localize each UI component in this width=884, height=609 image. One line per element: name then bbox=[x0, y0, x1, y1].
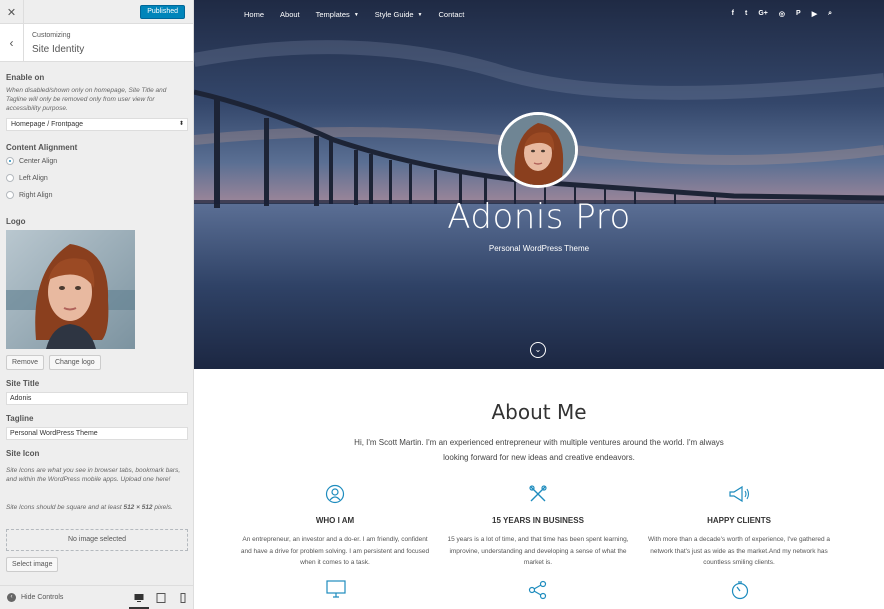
remove-logo-button[interactable]: Remove bbox=[6, 355, 45, 370]
change-logo-button[interactable]: Change logo bbox=[49, 355, 101, 370]
share-icon bbox=[528, 580, 548, 602]
mobile-preview-icon[interactable] bbox=[177, 592, 189, 604]
feature-text: 15 years is a lot of time, and that time… bbox=[447, 536, 629, 566]
feature-15-years: 15 YEARS IN BUSINESS 15 years is a lot o… bbox=[443, 483, 633, 569]
nav-style-guide[interactable]: Style Guide ▼ bbox=[375, 10, 423, 19]
feature-title: WHO I AM bbox=[315, 516, 355, 525]
search-icon[interactable]: ⌕ bbox=[828, 10, 832, 18]
tagline-input[interactable]: Personal WordPress Theme bbox=[6, 427, 188, 440]
logo-image bbox=[6, 230, 135, 349]
user-icon bbox=[240, 483, 430, 505]
pinterest-icon[interactable]: P bbox=[796, 10, 801, 18]
feature-title: HAPPY CLIENTS bbox=[707, 516, 771, 525]
site-title-input[interactable]: Adonis bbox=[6, 392, 188, 405]
hide-controls-button[interactable]: ‹ Hide Controls bbox=[7, 593, 63, 602]
scroll-down-icon[interactable]: ⌄ bbox=[530, 342, 546, 358]
tablet-preview-icon[interactable] bbox=[155, 592, 167, 604]
about-text: Hi, I'm Scott Martin. I'm an experienced… bbox=[354, 438, 724, 462]
close-icon[interactable]: ✕ bbox=[0, 0, 24, 24]
hero-subtitle: Personal WordPress Theme bbox=[488, 244, 590, 253]
dribbble-icon[interactable]: ◎ bbox=[779, 10, 785, 18]
twitter-icon[interactable]: t bbox=[745, 10, 747, 18]
feature-text: With more than a decade's worth of exper… bbox=[647, 536, 831, 566]
site-icon-description: Site Icons are what you see in browser t… bbox=[6, 467, 181, 483]
select-image-button[interactable]: Select image bbox=[6, 557, 59, 572]
stopwatch-icon bbox=[730, 580, 750, 602]
select-caret-icon: ⬍ bbox=[178, 121, 184, 127]
site-icon-size-note: Site Icons should be square and at least… bbox=[6, 503, 188, 512]
enable-on-description: When disabled/shown only on homepage, Si… bbox=[6, 87, 167, 112]
megaphone-icon bbox=[644, 483, 834, 505]
radio-label: Left Align bbox=[19, 174, 48, 182]
avatar bbox=[498, 112, 578, 188]
main-nav: Home About Templates ▼ Style Guide ▼ Conta… bbox=[244, 10, 480, 19]
customizer-sidebar: ✕ Published ‹ Customizing Site Identity … bbox=[0, 0, 194, 609]
chevron-down-icon: ▼ bbox=[353, 11, 359, 18]
feature-title: 15 YEARS IN BUSINESS bbox=[492, 516, 584, 525]
radio-unchecked-icon[interactable] bbox=[6, 174, 14, 182]
tools-icon bbox=[443, 483, 633, 505]
nav-style-guide-label: Style Guide bbox=[374, 10, 414, 19]
nav-contact[interactable]: Contact bbox=[439, 10, 465, 19]
site-icon-label: Site Icon bbox=[6, 449, 40, 458]
tagline-label: Tagline bbox=[6, 414, 34, 423]
facebook-icon[interactable]: f bbox=[732, 10, 734, 18]
section-title: Site Identity bbox=[32, 44, 85, 55]
collapse-icon: ‹ bbox=[7, 593, 16, 602]
nav-about[interactable]: About bbox=[280, 10, 300, 19]
nav-home[interactable]: Home bbox=[244, 10, 264, 19]
breadcrumb: Customizing bbox=[32, 32, 71, 39]
size-note-pre: Site Icons should be square and at least bbox=[6, 504, 124, 511]
site-title-label: Site Title bbox=[6, 379, 40, 388]
hero-title: Adonis Pro bbox=[447, 197, 631, 237]
publish-button[interactable]: Published bbox=[140, 5, 185, 19]
radio-center-align[interactable]: Center Align bbox=[6, 157, 57, 165]
nav-home-label: Home bbox=[244, 10, 265, 19]
feature-who-i-am: WHO I AM An entrepreneur, an investor an… bbox=[240, 483, 430, 569]
section-header: ‹ Customizing Site Identity bbox=[0, 24, 193, 62]
feature-happy-clients: HAPPY CLIENTS With more than a decade's … bbox=[644, 483, 834, 569]
enable-on-select[interactable]: Homepage / Frontpage ⬍ bbox=[6, 118, 188, 131]
radio-label: Right Align bbox=[19, 191, 53, 199]
enable-on-selected: Homepage / Frontpage bbox=[11, 121, 83, 128]
nav-contact-label: Contact bbox=[438, 10, 465, 19]
no-image-placeholder[interactable]: No image selected bbox=[6, 529, 188, 551]
radio-right-align[interactable]: Right Align bbox=[6, 191, 52, 199]
hide-controls-label: Hide Controls bbox=[21, 594, 64, 601]
size-note-post: pixels. bbox=[152, 504, 173, 511]
youtube-icon[interactable]: ▶ bbox=[812, 10, 817, 18]
size-note-size: 512 × 512 bbox=[123, 504, 153, 511]
logo-label: Logo bbox=[6, 217, 26, 226]
desktop-preview-icon[interactable] bbox=[133, 592, 145, 604]
radio-label: Center Align bbox=[19, 157, 58, 165]
radio-unchecked-icon[interactable] bbox=[6, 191, 14, 199]
about-title: About Me bbox=[491, 400, 587, 424]
nav-templates[interactable]: Templates ▼ bbox=[316, 10, 359, 19]
hero-section: Home About Templates ▼ Style Guide ▼ Conta… bbox=[194, 0, 884, 369]
google-plus-icon[interactable]: G+ bbox=[758, 10, 768, 18]
monitor-icon bbox=[326, 580, 346, 600]
chevron-down-icon: ▼ bbox=[417, 11, 423, 18]
back-icon[interactable]: ‹ bbox=[0, 24, 24, 62]
radio-left-align[interactable]: Left Align bbox=[6, 174, 48, 182]
customizer-footer: ‹ Hide Controls bbox=[0, 585, 193, 609]
customizer-topbar: ✕ Published bbox=[0, 0, 193, 24]
content-alignment-label: Content Alignment bbox=[6, 143, 78, 152]
nav-templates-label: Templates bbox=[315, 10, 350, 19]
radio-checked-icon[interactable] bbox=[6, 157, 14, 165]
feature-text: An entrepreneur, an investor and a do-er… bbox=[240, 536, 430, 566]
social-links: f t G+ ◎ P ▶ ⌕ bbox=[721, 10, 832, 18]
nav-about-label: About bbox=[280, 10, 300, 19]
enable-on-label: Enable on bbox=[6, 73, 45, 82]
site-preview: Home About Templates ▼ Style Guide ▼ Conta… bbox=[194, 0, 884, 609]
